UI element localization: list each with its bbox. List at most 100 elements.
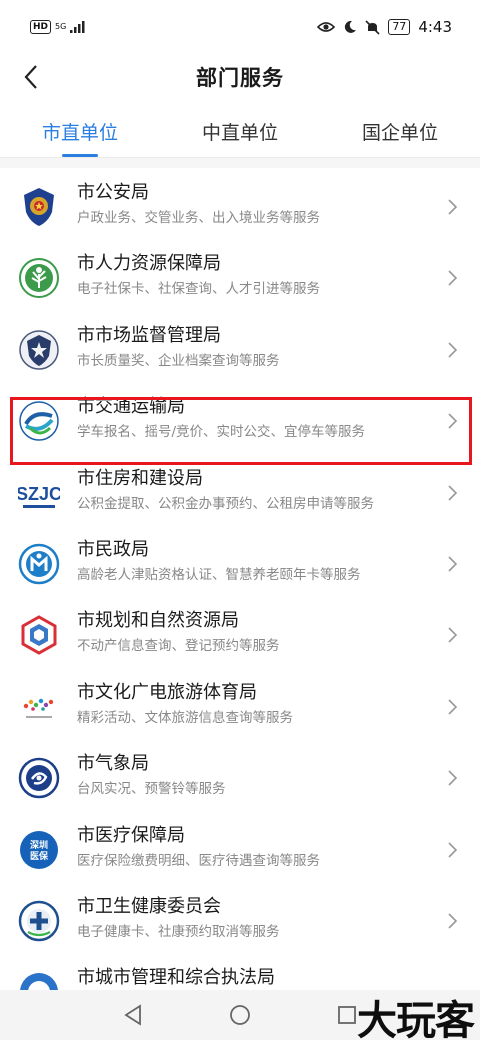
- triangle-back-icon: [124, 1004, 142, 1026]
- tab-bar: 市直单位 中直单位 国企单位: [0, 102, 480, 158]
- department-item-meteorology[interactable]: 市气象局 台风实况、预警铃等服务: [0, 741, 480, 812]
- signal-icon: [70, 21, 85, 33]
- transport-logo-icon: [19, 401, 59, 441]
- item-text: 市城市管理和综合执法局: [77, 967, 440, 990]
- chevron-right-icon: [448, 556, 458, 572]
- watermark: 大玩客: [357, 997, 475, 1040]
- circle-home-icon: [230, 1005, 250, 1025]
- department-item-health-commission[interactable]: 市卫生健康委员会 电子健康卡、社康预约取消等服务: [0, 884, 480, 955]
- chevron-left-icon: [24, 65, 37, 89]
- page-title: 部门服务: [196, 66, 284, 90]
- planning-logo-icon: [21, 615, 57, 656]
- item-title: 市文化广电旅游体育局: [77, 681, 257, 703]
- department-item-transport[interactable]: 市交通运输局 学车报名、摇号/竞价、实时公交、宜停车等服务: [0, 384, 480, 455]
- department-item-human-resources[interactable]: 市人力资源保障局 电子社保卡、社保查询、人才引进等服务: [0, 241, 480, 312]
- item-text: 市民政局 高龄老人津贴资格认证、智慧养老颐年卡等服务: [77, 539, 440, 585]
- police-emblem-icon: [24, 188, 54, 226]
- item-title: 市规划和自然资源局: [77, 610, 239, 632]
- moon-icon: [345, 20, 357, 33]
- department-item-culture-tourism[interactable]: 市文化广电旅游体育局 精彩活动、文体旅游信息查询等服务: [0, 670, 480, 741]
- item-title: 市民政局: [77, 538, 149, 560]
- chevron-right-icon: [448, 913, 458, 929]
- item-text: 市文化广电旅游体育局 精彩活动、文体旅游信息查询等服务: [77, 682, 440, 728]
- department-item-market-supervision[interactable]: 市市场监督管理局 市长质量奖、企业档案查询等服务: [0, 313, 480, 384]
- chevron-right-icon: [448, 484, 458, 501]
- chevron-right-icon: [448, 413, 458, 429]
- department-item-civil-affairs[interactable]: 市民政局 高龄老人津贴资格认证、智慧养老颐年卡等服务: [0, 527, 480, 598]
- item-description: 户政业务、交管业务、出入境业务等服务: [77, 210, 320, 226]
- item-title: 市公安局: [77, 182, 149, 203]
- medical-logo-line2: 医保: [30, 850, 49, 862]
- status-bar: HD 5G 77 4:43: [0, 0, 480, 54]
- health-commission-icon: [18, 900, 60, 942]
- item-description: 市长质量奖、企业档案查询等服务: [77, 352, 280, 369]
- hr-tree-icon: [19, 258, 59, 299]
- item-text: 市卫生健康委员会 电子健康卡、社康预约取消等服务: [77, 896, 440, 942]
- department-item-planning[interactable]: 市规划和自然资源局 不动产信息查询、登记预约等服务: [0, 598, 480, 669]
- item-text: 市人力资源保障局 电子社保卡、社保查询、人才引进等服务: [77, 253, 440, 299]
- item-text: 市住房和建设局 公积金提取、公积金办事预约、公租房申请等服务: [77, 468, 440, 514]
- item-description: 高龄老人津贴资格认证、智慧养老颐年卡等服务: [77, 566, 361, 583]
- item-text: 市气象局 台风实况、预警铃等服务: [77, 753, 440, 799]
- tab-label: 市直单位: [41, 122, 118, 144]
- item-description: 电子健康卡、社康预约取消等服务: [77, 923, 280, 940]
- tab-city-units[interactable]: 市直单位: [0, 102, 160, 157]
- item-title: 市住房和建设局: [77, 467, 203, 489]
- item-title: 市人力资源保障局: [77, 253, 221, 275]
- department-item-medical-insurance[interactable]: 深圳 医保 市医疗保障局 医疗保险缴费明细、医疗待遇查询等服务: [0, 813, 480, 884]
- status-right: 77 4:43: [317, 18, 452, 36]
- item-description: 学车报名、摇号/竞价、实时公交、宜停车等服务: [77, 424, 366, 441]
- nav-back-button[interactable]: [113, 995, 153, 1035]
- back-button[interactable]: [12, 58, 50, 96]
- department-item-urban-management[interactable]: 市城市管理和综合执法局: [0, 955, 480, 990]
- market-emblem-icon: [19, 330, 59, 370]
- medical-insurance-icon: 深圳 医保: [20, 830, 58, 869]
- item-title: 市交通运输局: [77, 396, 185, 418]
- housing-logo-text: SZJC: [18, 484, 60, 504]
- clock: 4:43: [418, 18, 452, 36]
- housing-szjc-icon: SZJC: [18, 473, 60, 512]
- bell-off-icon: [365, 19, 380, 35]
- network-label: 5G: [55, 22, 67, 31]
- chevron-right-icon: [448, 627, 458, 643]
- item-description: 台风实况、预警铃等服务: [77, 781, 226, 798]
- item-title: 市医疗保障局: [77, 824, 185, 846]
- chevron-right-icon: [448, 699, 458, 715]
- weather-emblem-icon: [18, 757, 60, 799]
- item-title: 市城市管理和综合执法局: [77, 967, 275, 989]
- hd-badge: HD: [30, 20, 52, 34]
- chevron-right-icon: [448, 199, 458, 215]
- item-text: 市医疗保障局 医疗保险缴费明细、医疗待遇查询等服务: [77, 825, 440, 871]
- civil-affairs-icon: [18, 543, 60, 585]
- item-description: 不动产信息查询、登记预约等服务: [77, 638, 280, 655]
- square-recents-icon: [337, 1006, 356, 1024]
- tab-central-units[interactable]: 中直单位: [160, 102, 320, 157]
- item-description: 医疗保险缴费明细、医疗待遇查询等服务: [77, 852, 320, 869]
- header: 部门服务: [0, 54, 480, 100]
- item-text: 市市场监督管理局 市长质量奖、企业档案查询等服务: [77, 325, 440, 371]
- item-title: 市气象局: [77, 753, 149, 775]
- status-left: HD 5G: [30, 20, 86, 34]
- chevron-right-icon: [448, 270, 458, 286]
- department-item-public-security[interactable]: 市公安局 户政业务、交管业务、出入境业务等服务: [0, 170, 480, 241]
- chevron-right-icon: [448, 770, 458, 786]
- nav-home-button[interactable]: [220, 995, 260, 1035]
- chevron-right-icon: [448, 841, 458, 858]
- item-description: 精彩活动、文体旅游信息查询等服务: [77, 709, 293, 726]
- item-text: 市公安局 户政业务、交管业务、出入境业务等服务: [77, 182, 440, 228]
- medical-logo-line1: 深圳: [30, 839, 48, 851]
- item-title: 市市场监督管理局: [77, 324, 221, 346]
- item-text: 市规划和自然资源局 不动产信息查询、登记预约等服务: [77, 610, 440, 656]
- department-item-housing[interactable]: SZJC 市住房和建设局 公积金提取、公积金办事预约、公租房申请等服务: [0, 456, 480, 527]
- item-description: 公积金提取、公积金办事预约、公租房申请等服务: [77, 495, 374, 512]
- culture-tourism-icon: [23, 698, 54, 718]
- item-description: 电子社保卡、社保查询、人才引进等服务: [77, 281, 320, 298]
- section-divider: [0, 158, 480, 168]
- chevron-right-icon: [448, 342, 458, 358]
- battery-indicator: 77: [388, 19, 411, 35]
- urban-management-icon: [20, 973, 58, 990]
- tab-label: 国企单位: [361, 122, 438, 144]
- tab-state-enterprises[interactable]: 国企单位: [320, 102, 480, 157]
- eye-icon: [317, 22, 336, 32]
- item-text: 市交通运输局 学车报名、摇号/竞价、实时公交、宜停车等服务: [77, 396, 440, 442]
